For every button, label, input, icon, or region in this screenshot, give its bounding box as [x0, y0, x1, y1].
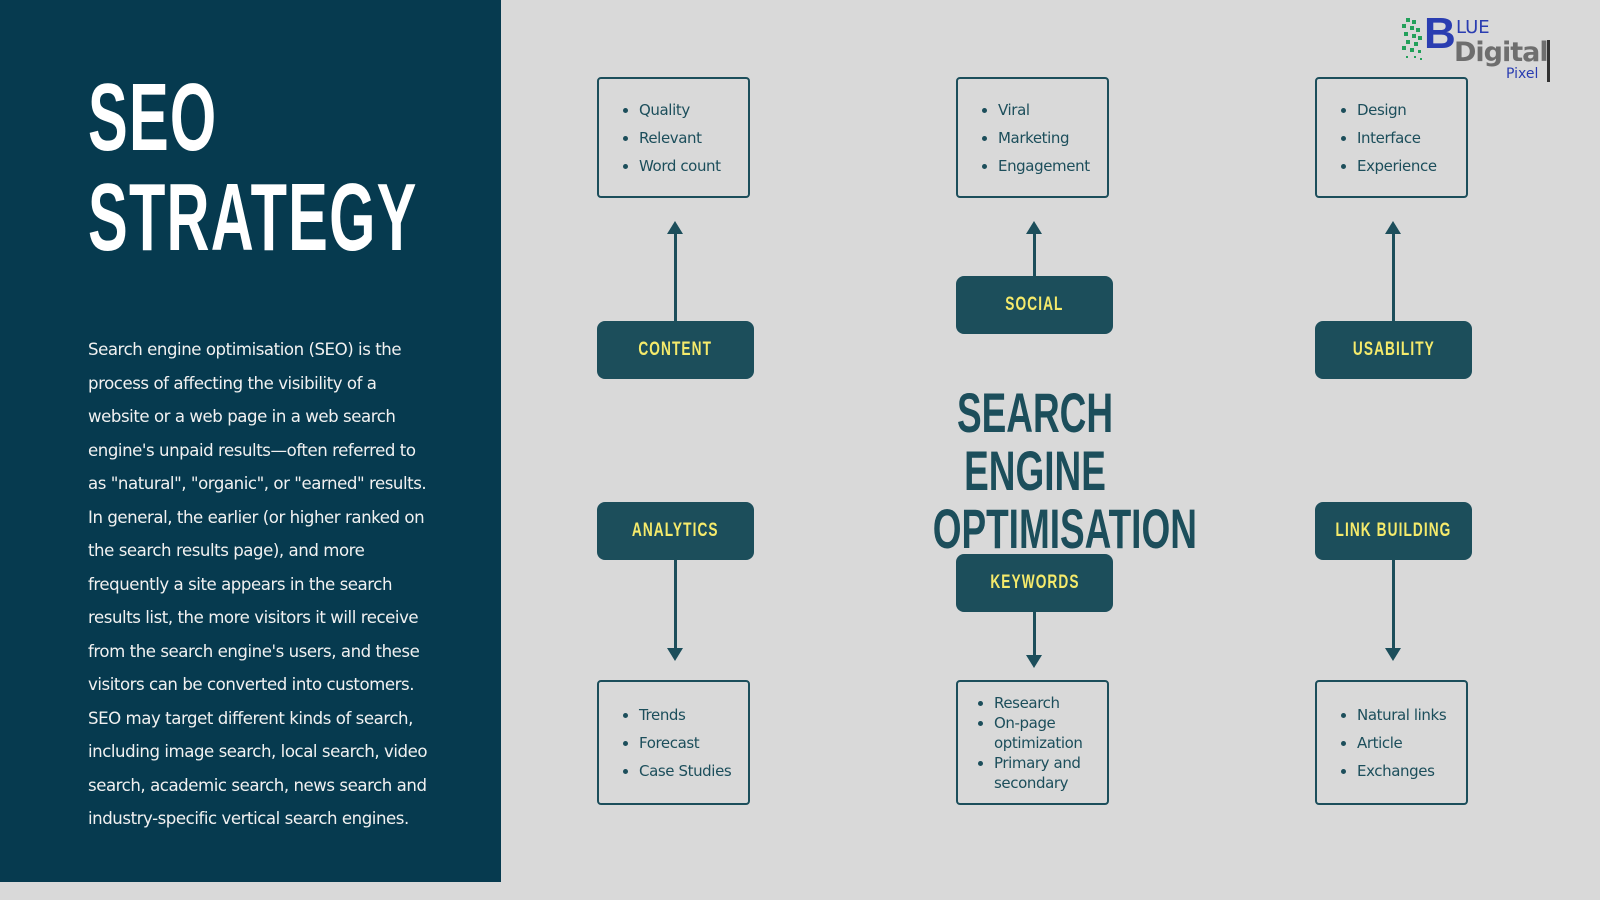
keywords-label: KEYWORDS	[989, 572, 1080, 593]
logo-text-2: Digital	[1454, 37, 1549, 68]
analytics-label: ANALYTICS	[632, 520, 719, 541]
keywords-category-box: KEYWORDS	[956, 554, 1113, 612]
list-item: Word count	[639, 152, 721, 180]
list-item: Primary and secondary	[994, 753, 1089, 793]
title-line-2: STRATEGY	[88, 164, 418, 271]
list-item: Relevant	[639, 124, 721, 152]
list-item: Trends	[639, 701, 731, 729]
link-building-list: Natural links Article Exchanges	[1317, 701, 1447, 785]
usability-list-box: Design Interface Experience	[1315, 77, 1468, 198]
list-item: Forecast	[639, 729, 731, 757]
link-building-arrow-down-icon	[1385, 558, 1401, 661]
social-label: SOCIAL	[1005, 294, 1064, 315]
link-building-list-box: Natural links Article Exchanges	[1315, 680, 1468, 805]
analytics-list: Trends Forecast Case Studies	[599, 701, 732, 785]
list-item: Experience	[1357, 152, 1437, 180]
content-list-box: Quality Relevant Word count	[597, 77, 750, 198]
usability-list: Design Interface Experience	[1317, 96, 1437, 180]
title-line-1: SEO	[88, 64, 218, 171]
left-panel: SEO STRATEGY Search engine optimisation …	[0, 0, 501, 882]
diagram-center-title: SEARCH ENGINE OPTIMISATION	[880, 381, 1197, 560]
list-item: Design	[1357, 96, 1437, 124]
list-item: Exchanges	[1357, 757, 1446, 785]
list-item: Viral	[998, 96, 1090, 124]
logo-divider	[1547, 40, 1550, 82]
analytics-list-box: Trends Forecast Case Studies	[597, 680, 750, 805]
logo-letter: B	[1424, 9, 1456, 58]
brand-logo: B LUE Digital Pixel	[1400, 12, 1568, 86]
logo-text-3: Pixel	[1506, 66, 1539, 82]
content-list: Quality Relevant Word count	[599, 96, 721, 180]
list-item: Marketing	[998, 124, 1090, 152]
social-arrow-up-icon	[1026, 221, 1042, 278]
list-item: Interface	[1357, 124, 1437, 152]
logo-text-1: LUE	[1456, 17, 1490, 38]
analytics-category-box: ANALYTICS	[597, 502, 754, 560]
social-list-box: Viral Marketing Engagement	[956, 77, 1109, 198]
seo-description: Search engine optimisation (SEO) is the …	[88, 340, 428, 828]
social-category-box: SOCIAL	[956, 276, 1113, 334]
list-item: Article	[1357, 729, 1446, 757]
usability-label: USABILITY	[1352, 339, 1435, 360]
list-item: Research	[994, 693, 1089, 713]
keywords-list: Research On-page optimization Primary an…	[958, 693, 1089, 793]
page-title: SEO STRATEGY	[88, 68, 418, 268]
usability-category-box: USABILITY	[1315, 321, 1472, 379]
list-item: Quality	[639, 96, 721, 124]
usability-arrow-up-icon	[1385, 221, 1401, 323]
social-list: Viral Marketing Engagement	[958, 96, 1090, 180]
pixel-dots-icon	[1400, 16, 1426, 64]
content-category-box: CONTENT	[597, 321, 754, 379]
keywords-arrow-down-icon	[1026, 610, 1042, 668]
content-label: CONTENT	[638, 339, 713, 360]
keywords-list-box: Research On-page optimization Primary an…	[956, 680, 1109, 805]
list-item: Engagement	[998, 152, 1090, 180]
list-item: Case Studies	[639, 757, 732, 785]
analytics-arrow-down-icon	[667, 558, 683, 661]
content-arrow-up-icon	[667, 221, 683, 323]
center-title-line-2: OPTIMISATION	[932, 497, 1197, 560]
link-building-label: LINK BUILDING	[1335, 520, 1452, 541]
link-building-category-box: LINK BUILDING	[1315, 502, 1472, 560]
list-item: Natural links	[1357, 701, 1447, 729]
center-title-line-1: SEARCH ENGINE	[956, 381, 1114, 502]
list-item: On-page optimization	[994, 713, 1089, 753]
